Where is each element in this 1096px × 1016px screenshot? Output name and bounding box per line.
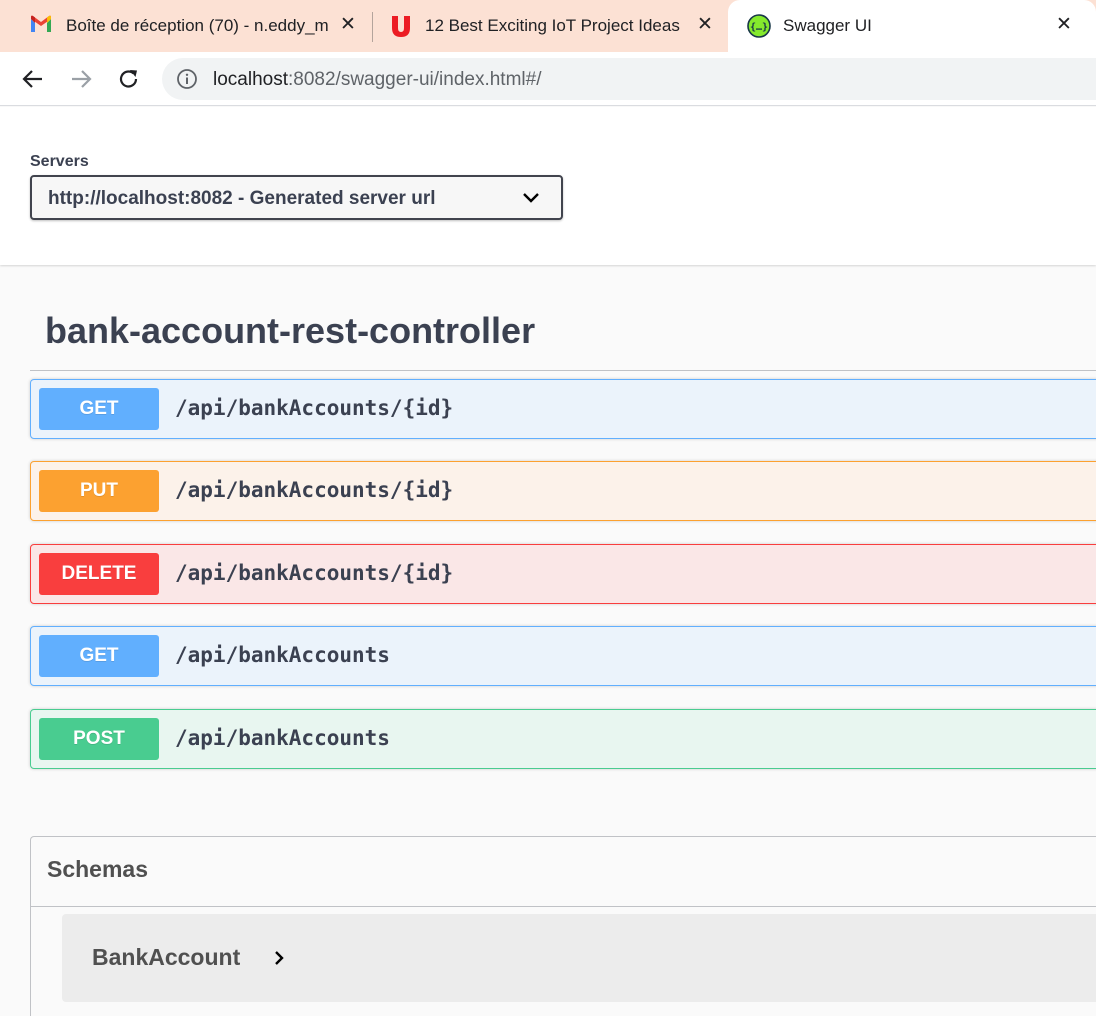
operation-path: /api/bankAccounts/{id} bbox=[175, 478, 454, 502]
method-badge: GET bbox=[39, 388, 159, 430]
tag-section-header[interactable]: bank-account-rest-controller bbox=[30, 296, 1096, 371]
operation-get-bank-accounts[interactable]: GET /api/bankAccounts bbox=[30, 626, 1096, 686]
browser-tab-gmail[interactable]: Boîte de réception (70) - n.eddy_m ✕ bbox=[0, 0, 372, 52]
tab-title: Boîte de réception (70) - n.eddy_m bbox=[66, 16, 329, 35]
method-badge: POST bbox=[39, 718, 159, 760]
servers-selected-value: http://localhost:8082 - Generated server… bbox=[48, 188, 436, 209]
chevron-down-icon bbox=[522, 191, 540, 209]
chevron-right-icon[interactable] bbox=[273, 950, 285, 971]
close-icon[interactable]: ✕ bbox=[697, 15, 713, 34]
schemas-header[interactable]: Schemas bbox=[31, 837, 1096, 907]
svg-text:{…}: {…} bbox=[750, 22, 768, 33]
close-icon[interactable]: ✕ bbox=[1056, 15, 1072, 34]
operation-path: /api/bankAccounts bbox=[175, 643, 390, 667]
close-icon[interactable]: ✕ bbox=[340, 15, 356, 34]
forward-icon[interactable] bbox=[66, 64, 96, 94]
method-badge: GET bbox=[39, 635, 159, 677]
method-badge: PUT bbox=[39, 470, 159, 512]
browser-tab-swagger[interactable]: {…} Swagger UI ✕ bbox=[728, 0, 1096, 52]
tab-title: Swagger UI bbox=[783, 16, 872, 35]
back-icon[interactable] bbox=[18, 64, 48, 94]
browser-tab-strip: Boîte de réception (70) - n.eddy_m ✕ 12 … bbox=[0, 0, 1096, 52]
tab-title: 12 Best Exciting IoT Project Ideas bbox=[425, 16, 680, 35]
operation-get-bank-account-by-id[interactable]: GET /api/bankAccounts/{id} bbox=[30, 379, 1096, 439]
servers-label: Servers bbox=[30, 153, 89, 170]
swagger-icon: {…} bbox=[747, 14, 771, 43]
udemy-icon bbox=[390, 14, 412, 43]
schema-item-bankaccount[interactable]: BankAccount bbox=[62, 914, 1096, 1002]
schemas-section: Schemas BankAccount bbox=[30, 836, 1096, 1016]
servers-section: Servers http://localhost:8082 - Generate… bbox=[0, 107, 1096, 265]
browser-tab-udemy[interactable]: 12 Best Exciting IoT Project Ideas ✕ bbox=[373, 0, 728, 52]
operation-path: /api/bankAccounts bbox=[175, 726, 390, 750]
url-text: localhost:8082/swagger-ui/index.html#/ bbox=[213, 69, 541, 91]
operation-delete-bank-account[interactable]: DELETE /api/bankAccounts/{id} bbox=[30, 544, 1096, 604]
tag-name: bank-account-rest-controller bbox=[45, 310, 536, 351]
address-bar[interactable]: localhost:8082/swagger-ui/index.html#/ bbox=[162, 58, 1096, 100]
site-info-icon[interactable] bbox=[176, 68, 198, 95]
operation-put-bank-account[interactable]: PUT /api/bankAccounts/{id} bbox=[30, 461, 1096, 521]
gmail-icon bbox=[30, 15, 52, 38]
operation-path: /api/bankAccounts/{id} bbox=[175, 396, 454, 420]
method-badge: DELETE bbox=[39, 553, 159, 595]
schemas-title: Schemas bbox=[47, 856, 149, 882]
servers-select[interactable]: http://localhost:8082 - Generated server… bbox=[30, 175, 563, 220]
url-path: :8082/swagger-ui/index.html#/ bbox=[288, 69, 542, 90]
schema-name: BankAccount bbox=[92, 944, 241, 970]
reload-icon[interactable] bbox=[114, 64, 144, 94]
operation-path: /api/bankAccounts/{id} bbox=[175, 561, 454, 585]
url-host: localhost bbox=[213, 69, 288, 90]
operation-post-bank-account[interactable]: POST /api/bankAccounts bbox=[30, 709, 1096, 769]
browser-toolbar: localhost:8082/swagger-ui/index.html#/ bbox=[0, 52, 1096, 106]
